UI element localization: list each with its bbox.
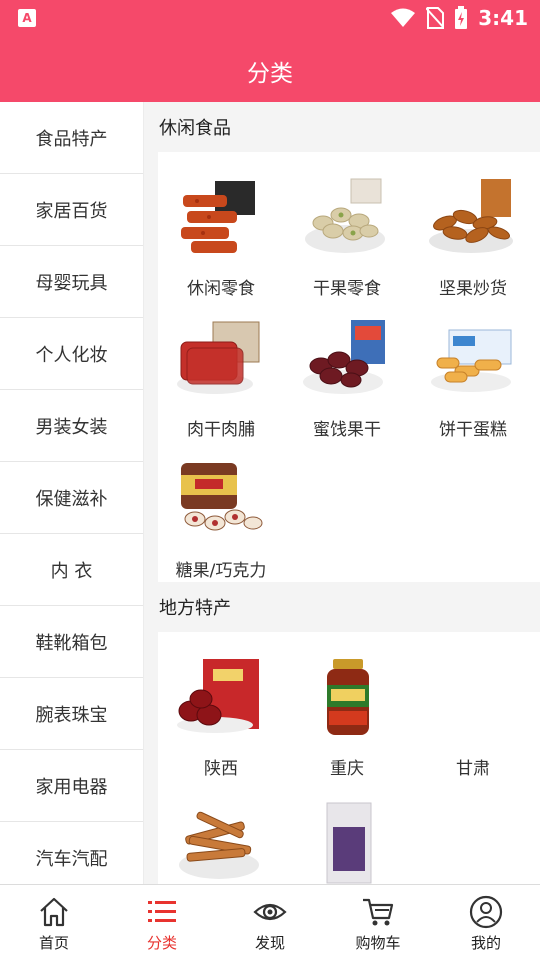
- red-dates-icon: [171, 648, 271, 748]
- subcategory-item[interactable]: 干果零食: [284, 164, 410, 305]
- sidebar-item-label: 男装女装: [35, 416, 108, 438]
- subcategory-item[interactable]: 蜜饯果干: [284, 305, 410, 446]
- sidebar-item-label: 内 衣: [50, 560, 93, 582]
- sidebar-item-label: 个人化妆: [35, 344, 108, 366]
- clock: 3:41: [478, 6, 528, 30]
- sidebar-item-cosmetics[interactable]: 个人化妆: [0, 318, 143, 390]
- jerky-icon: [171, 309, 271, 409]
- nav-label: 发现: [254, 934, 285, 952]
- bottom-nav: 首页 分类 发现 购物车 我的: [0, 884, 540, 960]
- app-notification-icon: A: [18, 9, 36, 27]
- nav-label: 分类: [146, 934, 177, 952]
- sidebar-item-label: 家用电器: [35, 776, 108, 798]
- section-grid-snacks: 休闲零食 干果零食 坚果炒货 肉干肉脯 蜜饯果干 饼干蛋糕 糖果/巧克力: [158, 152, 540, 582]
- sidebar-item-label: 家居百货: [35, 200, 108, 222]
- subcategory-item[interactable]: [158, 788, 284, 884]
- sidebar-item-label: 食品特产: [35, 128, 108, 150]
- section-title-snacks: 休闲食品: [159, 118, 231, 139]
- subcategory-item[interactable]: 休闲零食: [158, 164, 284, 305]
- nav-cart[interactable]: 购物车: [324, 885, 432, 960]
- sidebar-item-label: 汽车汽配: [35, 848, 108, 870]
- dates-icon: [297, 309, 397, 409]
- section-grid-local-specialty: 陕西 重庆 甘肃: [158, 632, 540, 884]
- list-icon: [148, 901, 176, 922]
- subcategory-label: 陕西: [204, 759, 238, 779]
- category-sidebar: 食品特产 家居百货 母婴玩具 个人化妆 男装女装 保健滋补 内 衣 鞋靴箱包 腕…: [0, 102, 144, 884]
- subcategory-item[interactable]: [284, 788, 410, 884]
- sidebar-item-food[interactable]: 食品特产: [0, 102, 143, 174]
- sidebar-item-clothing[interactable]: 男装女装: [0, 390, 143, 462]
- subcategory-item[interactable]: 甘肃: [410, 644, 536, 785]
- placeholder-thumb: [423, 648, 523, 748]
- cart-icon: [363, 898, 394, 926]
- nav-label: 购物车: [355, 934, 401, 952]
- sidebar-item-label: 保健滋补: [35, 488, 108, 510]
- sidebar-item-auto[interactable]: 汽车汽配: [0, 822, 143, 884]
- user-icon: [469, 895, 503, 929]
- subcategory-item[interactable]: 重庆: [284, 644, 410, 785]
- subcategory-item[interactable]: 饼干蛋糕: [410, 305, 536, 446]
- sidebar-item-label: 母婴玩具: [35, 272, 108, 294]
- subcategory-label: 重庆: [330, 759, 364, 779]
- snack-icon: [171, 168, 271, 268]
- nav-label: 首页: [38, 934, 69, 952]
- wifi-icon: [391, 8, 416, 27]
- pistachio-icon: [297, 168, 397, 268]
- home-icon: [40, 897, 68, 927]
- sidebar-item-label: 腕表珠宝: [35, 704, 108, 726]
- nav-home[interactable]: 首页: [0, 885, 108, 960]
- system-icons: 3:41: [390, 6, 528, 30]
- biscuit-icon: [423, 309, 523, 409]
- subcategory-label: 糖果/巧克力: [175, 561, 267, 581]
- subcategory-label: 休闲零食: [187, 279, 255, 299]
- sidebar-item-home-goods[interactable]: 家居百货: [0, 174, 143, 246]
- subcategory-panel: 休闲食品 休闲零食 干果零食 坚果炒货 肉干肉脯 蜜饯果干 饼干蛋糕 糖果/巧克…: [144, 102, 540, 884]
- sidebar-item-health[interactable]: 保健滋补: [0, 462, 143, 534]
- status-bar: A 3:41: [0, 0, 540, 36]
- section-title-local-specialty: 地方特产: [159, 598, 231, 619]
- sidebar-item-shoes-bags[interactable]: 鞋靴箱包: [0, 606, 143, 678]
- sidebar-item-appliances[interactable]: 家用电器: [0, 750, 143, 822]
- no-sim-icon: [426, 7, 445, 29]
- subcategory-item[interactable]: 坚果炒货: [410, 164, 536, 305]
- subcategory-label: 饼干蛋糕: [439, 420, 507, 440]
- page-title: 分类: [247, 61, 293, 87]
- subcategory-item[interactable]: 肉干肉脯: [158, 305, 284, 446]
- nav-discover[interactable]: 发现: [216, 885, 324, 960]
- subcategory-label: 甘肃: [456, 759, 490, 779]
- chili-jar-icon: [297, 648, 397, 748]
- sidebar-item-underwear[interactable]: 内 衣: [0, 534, 143, 606]
- battery-charging-icon: [455, 6, 468, 29]
- subcategory-item[interactable]: 陕西: [158, 644, 284, 785]
- subcategory-label: 蜜饯果干: [313, 420, 381, 440]
- eye-icon: [253, 903, 287, 921]
- subcategory-label: 肉干肉脯: [187, 420, 255, 440]
- almond-icon: [423, 168, 523, 268]
- nav-label: 我的: [470, 934, 501, 952]
- nav-category[interactable]: 分类: [108, 885, 216, 960]
- candy-icon: [171, 450, 271, 550]
- nav-profile[interactable]: 我的: [432, 885, 540, 960]
- subcategory-label: 干果零食: [313, 279, 381, 299]
- sidebar-item-baby-toys[interactable]: 母婴玩具: [0, 246, 143, 318]
- subcategory-item[interactable]: 糖果/巧克力: [158, 446, 284, 587]
- title-bar: 分类: [0, 36, 540, 102]
- dried-meat-icon: [171, 792, 271, 884]
- subcategory-label: 坚果炒货: [439, 279, 507, 299]
- sidebar-item-watches-jewelry[interactable]: 腕表珠宝: [0, 678, 143, 750]
- packet-icon: [297, 792, 397, 884]
- sidebar-item-label: 鞋靴箱包: [35, 632, 108, 654]
